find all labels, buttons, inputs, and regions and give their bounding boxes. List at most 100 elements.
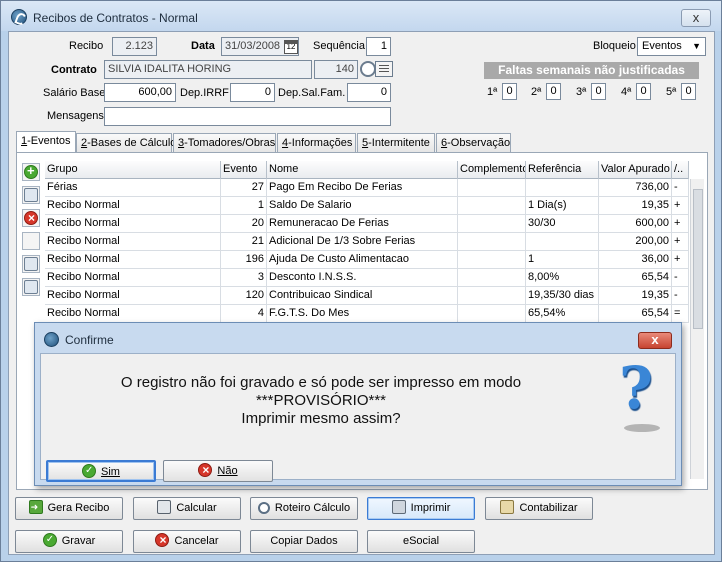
bloqueio-select[interactable]: Eventos ▼ [637,37,706,56]
cell-nome: Saldo De Salario [267,197,458,215]
copiar-dados-button[interactable]: Copiar Dados [250,530,358,553]
col-referencia[interactable]: Referência [526,161,599,179]
sim-button[interactable]: Sim [46,460,156,482]
col-complemento[interactable]: Complemento [458,161,526,179]
table-row[interactable]: Recibo Normal 20 Remuneracao De Ferias 30/3… [45,215,689,233]
col-sinal[interactable]: /.. [672,161,689,179]
depirrf-label: Dep.IRRF [180,87,229,99]
scrollbar-thumb[interactable] [693,189,703,329]
cell-valor: 65,54 [599,305,672,323]
cell-grupo: Recibo Normal [45,287,221,305]
mensagens-label: Mensagens [47,110,104,122]
table-row[interactable]: Recibo Normal 1 Saldo De Salario 1 Dia(s) 19… [45,197,689,215]
table-row[interactable]: Recibo Normal 4 F.G.T.S. Do Mes 65,54% 65,54… [45,305,689,323]
depsal-label: Dep.Sal.Fam. [278,87,346,99]
depirrf-field[interactable]: 0 [230,83,275,102]
week-4-field[interactable]: 0 [636,83,651,100]
salario-field[interactable]: 600,00 [104,83,176,102]
cell-complemento [458,305,526,323]
delete-icon [24,211,38,225]
tab-tomadores-obras[interactable]: 3-Tomadores/Obras [173,133,276,153]
cell-evento: 20 [221,215,267,233]
sequencia-field[interactable]: 1 [366,37,391,56]
calcular-button[interactable]: Calcular [133,497,241,520]
recibo-field[interactable]: 2.123 [112,37,157,56]
grid-header: Grupo Evento Nome Complemento Referência… [45,161,689,179]
table-row[interactable]: Recibo Normal 120 Contribuicao Sindical 19,… [45,287,689,305]
gravar-label: Gravar [61,535,96,547]
cell-grupo: Recibo Normal [45,215,221,233]
cancelar-label: Cancelar [174,535,219,547]
cell-sinal: - [672,269,689,287]
window-close-button[interactable]: x [681,9,711,27]
gravar-button[interactable]: Gravar [15,530,123,553]
table-row[interactable]: Recibo Normal 3 Desconto I.N.S.S. 8,00% 65,5… [45,269,689,287]
week-3-field[interactable]: 0 [591,83,606,100]
table-row[interactable]: Recibo Normal 196 Ajuda De Custo Alimentac… [45,251,689,269]
grid-scrollbar[interactable] [690,179,704,479]
week-1-field[interactable]: 0 [502,83,517,100]
edit-event-button[interactable] [22,186,40,204]
imprimir-button[interactable]: Imprimir [367,497,475,520]
col-valor[interactable]: Valor Apurado [599,161,672,179]
magnifier-icon [257,502,270,514]
cell-referencia [526,179,599,197]
tab-eventos[interactable]: 1-Eventos [16,131,76,154]
cell-sinal: = [672,305,689,323]
add-event-button[interactable] [22,163,40,181]
cancelar-button[interactable]: Cancelar [133,530,241,553]
cell-evento: 4 [221,305,267,323]
message-line-2: ***PROVISÓRIO*** [255,392,387,409]
tab-label: -Intermitente [368,137,430,149]
main-window: Recibos de Contratos - Normal x Recibo 2… [0,0,722,562]
tab-intermitente[interactable]: 5-Intermitente [357,133,435,153]
tab-observacao[interactable]: 6-Observação [436,133,511,153]
table-tool-button[interactable] [22,255,40,273]
calendar-icon[interactable]: 12 [284,40,298,54]
dialog-title: Confirme [65,333,114,347]
table-row[interactable]: Férias 27 Pago Em Recibo De Ferias 736,00- [45,179,689,197]
gera-recibo-button[interactable]: Gera Recibo [15,497,123,520]
cell-complemento [458,233,526,251]
contrato-name-field[interactable]: SILVIA IDALITA HORING [104,60,312,79]
cell-valor: 19,35 [599,287,672,305]
col-evento[interactable]: Evento [221,161,267,179]
cell-grupo: Férias [45,179,221,197]
title-bar[interactable]: Recibos de Contratos - Normal x [1,1,721,31]
roteiro-calculo-button[interactable]: Roteiro Cálculo [250,497,358,520]
contabilizar-button[interactable]: Contabilizar [485,497,593,520]
cell-complemento [458,269,526,287]
data-label: Data [191,40,215,52]
week-2-field[interactable]: 0 [546,83,561,100]
cell-evento: 120 [221,287,267,305]
gera-recibo-label: Gera Recibo [47,502,110,514]
cell-nome: F.G.T.S. Do Mes [267,305,458,323]
esocial-button[interactable]: eSocial [367,530,475,553]
table-icon [24,257,38,271]
tab-informacoes[interactable]: 4-Informações [277,133,356,153]
cell-nome: Pago Em Recibo De Ferias [267,179,458,197]
plus-icon [24,164,38,179]
nao-button[interactable]: Não [163,460,273,482]
cell-nome: Remuneracao De Ferias [267,215,458,233]
delete-event-button[interactable] [22,209,40,227]
col-grupo[interactable]: Grupo [45,161,221,179]
notes-icon [24,280,38,294]
search-icon[interactable] [360,61,376,77]
bloqueio-label: Bloqueio [593,40,636,52]
tab-bases-calculo[interactable]: 2-Bases de Cálculo [76,133,176,153]
contrato-code-field[interactable]: 140 [314,60,358,79]
arrow-icon [28,500,43,514]
list-icon[interactable] [375,61,393,77]
notes-tool-button[interactable] [22,278,40,296]
dialog-close-button[interactable]: x [638,332,672,349]
cell-evento: 1 [221,197,267,215]
mensagens-field[interactable] [104,107,391,126]
depsal-field[interactable]: 0 [347,83,391,102]
blank-tool-button[interactable] [22,232,40,250]
week-5-field[interactable]: 0 [681,83,696,100]
col-nome[interactable]: Nome [267,161,458,179]
table-row[interactable]: Recibo Normal 21 Adicional De 1/3 Sobre Fe… [45,233,689,251]
chevron-down-icon: ▼ [692,41,701,51]
cell-nome: Ajuda De Custo Alimentacao [267,251,458,269]
